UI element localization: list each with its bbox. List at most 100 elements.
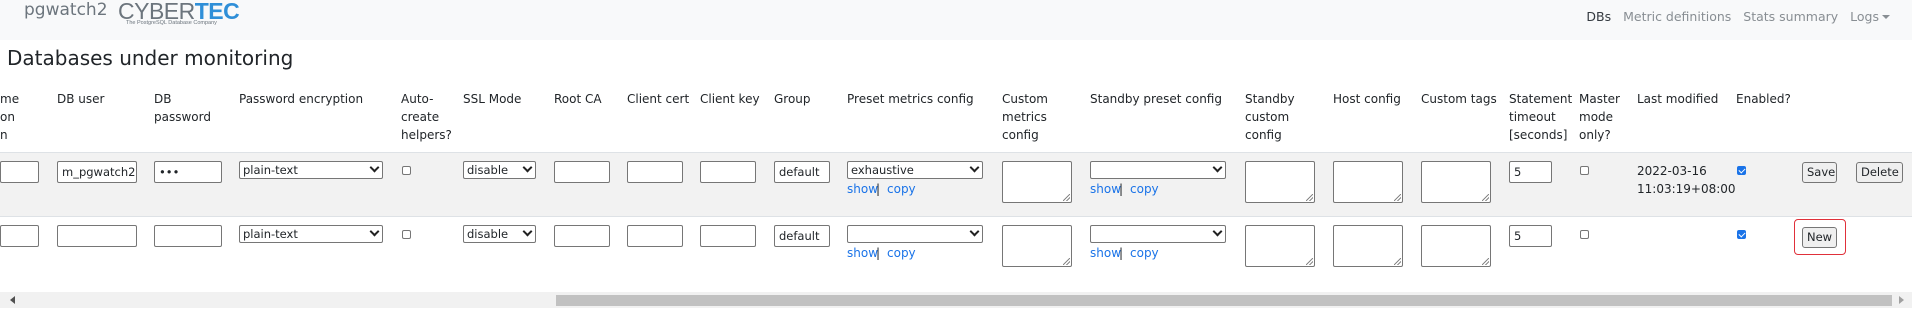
link-separator: | [1119, 182, 1124, 196]
group-input[interactable]: default [774, 225, 830, 247]
chevron-down-icon [969, 162, 980, 173]
standby-copy-link[interactable]: copy [1130, 182, 1159, 196]
name-input[interactable] [0, 161, 39, 183]
custom-tags-textarea[interactable] [1421, 161, 1491, 203]
preset-show-link[interactable]: show [847, 182, 878, 196]
col-header-line: [seconds] [1509, 128, 1568, 142]
col-header-master-mode-only: Master mode only? [1579, 90, 1620, 144]
standby-show-link[interactable]: show [1090, 182, 1121, 196]
custom-metrics-textarea[interactable] [1002, 161, 1072, 203]
col-header-line: Statement [1509, 92, 1573, 106]
chevron-down-icon [1212, 226, 1223, 237]
resize-grip-icon[interactable] [1394, 194, 1401, 201]
standby-custom-textarea[interactable] [1245, 225, 1315, 267]
col-header-auto-create-helpers: Auto- create helpers? [401, 90, 452, 144]
password-encryption-select[interactable]: plain-text [239, 161, 383, 179]
nav-logs-label: Logs [1850, 8, 1879, 24]
custom-metrics-textarea[interactable] [1002, 225, 1072, 267]
db-user-input[interactable] [57, 225, 137, 247]
db-password-input[interactable] [154, 225, 222, 247]
col-header-line: me [0, 92, 20, 106]
col-header-standby-preset-config: Standby preset config [1090, 92, 1222, 106]
client-cert-input[interactable] [627, 161, 683, 183]
resize-grip-icon[interactable] [1063, 194, 1070, 201]
scrollbar-thumb[interactable] [556, 295, 1892, 306]
root-ca-input[interactable] [554, 225, 610, 247]
chevron-down-icon [969, 226, 980, 237]
col-header-custom-tags: Custom tags [1421, 92, 1497, 106]
col-header-line: mode [1579, 110, 1614, 124]
resize-grip-icon[interactable] [1306, 258, 1313, 265]
resize-grip-icon[interactable] [1063, 258, 1070, 265]
col-header-client-key: Client key [700, 92, 760, 106]
preset-copy-link[interactable]: copy [887, 182, 916, 196]
col-header-host-config: Host config [1333, 92, 1401, 106]
resize-grip-icon[interactable] [1482, 194, 1489, 201]
brand-name[interactable]: pgwatch2 [24, 0, 108, 20]
horizontal-scrollbar[interactable] [0, 292, 1912, 308]
ssl-mode-select[interactable]: disable [463, 225, 536, 243]
standby-copy-link[interactable]: copy [1130, 246, 1159, 260]
host-config-textarea[interactable] [1333, 161, 1403, 203]
save-button[interactable]: Save [1802, 162, 1837, 183]
nav-logs-dropdown[interactable]: Logs [1850, 9, 1890, 24]
auto-create-helpers-checkbox[interactable] [402, 166, 411, 175]
new-button[interactable]: New [1802, 227, 1837, 248]
link-separator: | [1119, 246, 1124, 260]
statement-timeout-input[interactable]: 5 [1509, 161, 1552, 183]
client-key-input[interactable] [700, 161, 756, 183]
chevron-down-icon [369, 162, 380, 173]
resize-grip-icon[interactable] [1394, 258, 1401, 265]
preset-metrics-select[interactable]: exhaustive [847, 161, 983, 179]
group-input[interactable]: default [774, 161, 830, 183]
client-cert-input[interactable] [627, 225, 683, 247]
nav-stats-summary[interactable]: Stats summary [1743, 9, 1838, 24]
standby-preset-select[interactable] [1090, 225, 1226, 243]
enabled-checkbox[interactable] [1737, 230, 1746, 239]
col-header-statement-timeout: Statement timeout [seconds] [1509, 90, 1572, 144]
resize-grip-icon[interactable] [1306, 194, 1313, 201]
preset-metrics-select[interactable] [847, 225, 983, 243]
custom-tags-textarea[interactable] [1421, 225, 1491, 267]
db-user-input[interactable]: m_pgwatch2 [57, 161, 137, 183]
master-mode-checkbox[interactable] [1580, 230, 1589, 239]
col-header-line: Custom [1002, 92, 1048, 106]
scroll-left-icon[interactable] [10, 296, 15, 304]
select-value: plain-text [243, 227, 298, 241]
auto-create-helpers-checkbox[interactable] [402, 230, 411, 239]
client-key-input[interactable] [700, 225, 756, 247]
last-modified-value: 2022-03-16 11:03:19+08:00 [1637, 162, 1736, 198]
link-separator: | [876, 246, 881, 260]
master-mode-checkbox[interactable] [1580, 166, 1589, 175]
cybertec-logo: CYBERTEC The PostgreSQL Database Company [118, 0, 240, 30]
chevron-down-icon [522, 162, 533, 173]
scroll-right-icon[interactable] [1899, 296, 1904, 304]
standby-preset-select[interactable] [1090, 161, 1226, 179]
resize-grip-icon[interactable] [1482, 258, 1489, 265]
col-header-line: Standby [1245, 92, 1295, 106]
navbar: pgwatch2 CYBERTEC The PostgreSQL Databas… [0, 0, 1912, 40]
nav-metric-definitions[interactable]: Metric definitions [1623, 9, 1731, 24]
nav-dbs[interactable]: DBs [1586, 9, 1611, 24]
col-header-line: DB [154, 92, 172, 106]
root-ca-input[interactable] [554, 161, 610, 183]
delete-button[interactable]: Delete [1856, 162, 1903, 183]
col-header-client-cert: Client cert [627, 92, 690, 106]
col-header-line: create [401, 110, 440, 124]
col-header-line: Auto- [401, 92, 434, 106]
standby-show-link[interactable]: show [1090, 246, 1121, 260]
col-header-last-modified: Last modified [1637, 92, 1719, 106]
enabled-checkbox[interactable] [1737, 166, 1746, 175]
preset-show-link[interactable]: show [847, 246, 878, 260]
statement-timeout-input[interactable]: 5 [1509, 225, 1552, 247]
ssl-mode-select[interactable]: disable [463, 161, 536, 179]
name-input[interactable] [0, 225, 39, 247]
preset-copy-link[interactable]: copy [887, 246, 916, 260]
password-encryption-select[interactable]: plain-text [239, 225, 383, 243]
standby-custom-textarea[interactable] [1245, 161, 1315, 203]
db-password-input[interactable]: ••• [154, 161, 222, 183]
link-separator: | [876, 182, 881, 196]
host-config-textarea[interactable] [1333, 225, 1403, 267]
col-header-preset-metrics-config: Preset metrics config [847, 92, 974, 106]
col-header-line: only? [1579, 128, 1611, 142]
